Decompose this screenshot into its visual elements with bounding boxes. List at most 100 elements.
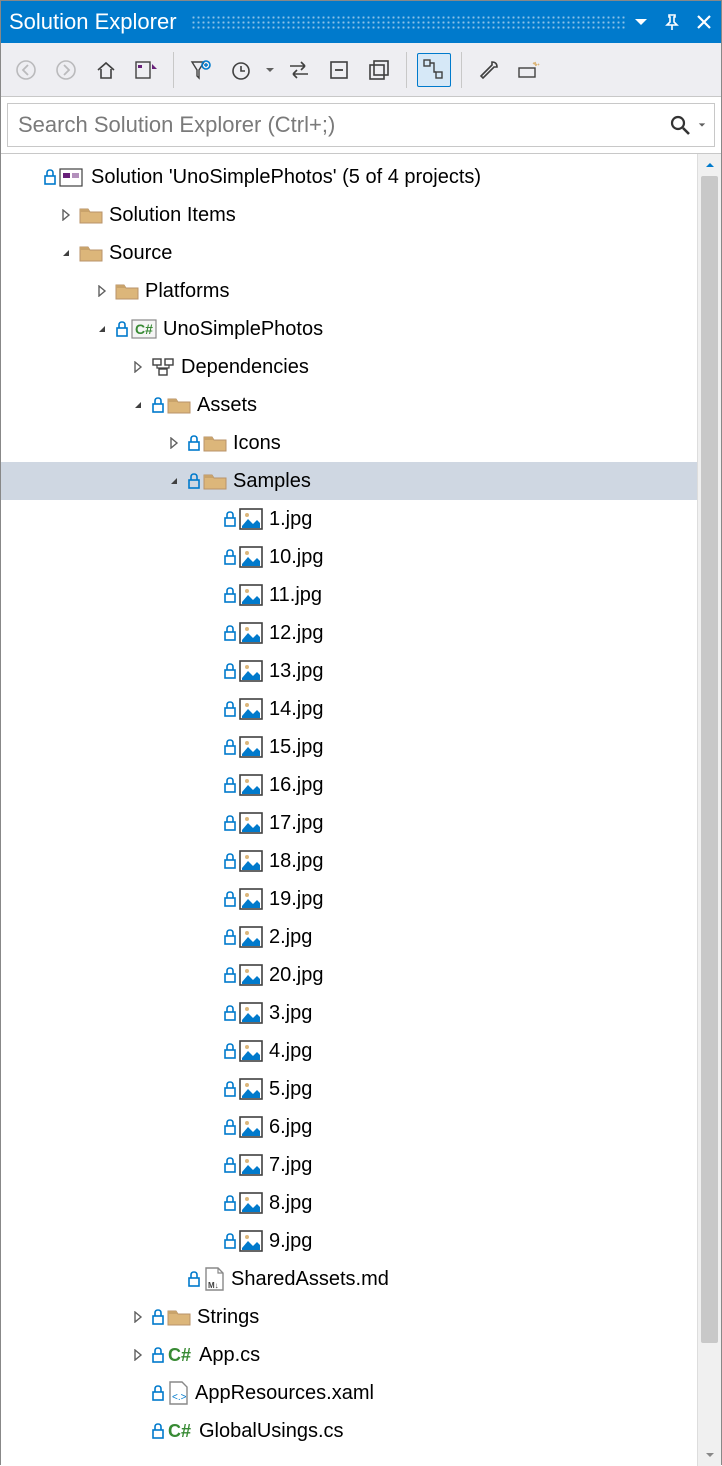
tree-item-label: 1.jpg: [263, 508, 312, 531]
expand-icon[interactable]: [93, 282, 111, 300]
tree-item[interactable]: 6.jpg: [1, 1108, 721, 1146]
tree-item[interactable]: 13.jpg: [1, 652, 721, 690]
scroll-down-icon[interactable]: [698, 1444, 721, 1466]
tree-item[interactable]: 9.jpg: [1, 1222, 721, 1260]
tree-item[interactable]: 15.jpg: [1, 728, 721, 766]
lock-icon: [223, 625, 237, 641]
expand-icon[interactable]: [129, 1346, 147, 1364]
search-input[interactable]: [8, 112, 662, 138]
tree-item-label: UnoSimplePhotos: [157, 318, 323, 341]
close-icon[interactable]: [695, 13, 713, 31]
sync-button[interactable]: [282, 53, 316, 87]
scroll-thumb[interactable]: [701, 176, 718, 1343]
tree-item-label: Strings: [191, 1306, 259, 1329]
collapse-icon[interactable]: [57, 244, 75, 262]
show-all-files-button[interactable]: [362, 53, 396, 87]
tree-item[interactable]: <.>AppResources.xaml: [1, 1374, 721, 1412]
tree-item[interactable]: 19.jpg: [1, 880, 721, 918]
tree-item[interactable]: 12.jpg: [1, 614, 721, 652]
lock-icon: [187, 473, 201, 489]
image-icon: [239, 964, 263, 986]
collapse-icon[interactable]: [165, 472, 183, 490]
tree-item[interactable]: Icons: [1, 424, 721, 462]
tree-item[interactable]: 20.jpg: [1, 956, 721, 994]
tree-item[interactable]: C#GlobalUsings.cs: [1, 1412, 721, 1450]
scroll-up-icon[interactable]: [698, 154, 721, 176]
image-icon: [239, 584, 263, 606]
tree-item[interactable]: 1.jpg: [1, 500, 721, 538]
toolbar-separator: [173, 52, 174, 88]
preview-button[interactable]: [512, 53, 546, 87]
grip-dots[interactable]: [191, 15, 627, 29]
collapse-all-button[interactable]: [322, 53, 356, 87]
tree-item[interactable]: Platforms: [1, 272, 721, 310]
tree-item[interactable]: Samples: [1, 462, 721, 500]
tree-item-label: Solution 'UnoSimplePhotos' (5 of 4 proje…: [85, 166, 481, 189]
toolbar: [1, 43, 721, 97]
tree-item[interactable]: 14.jpg: [1, 690, 721, 728]
csproj-icon: C#: [131, 318, 157, 340]
md-icon: M↓: [203, 1267, 225, 1291]
tree-item[interactable]: 18.jpg: [1, 842, 721, 880]
lock-icon: [151, 1385, 165, 1401]
tree-item[interactable]: 3.jpg: [1, 994, 721, 1032]
tree-item[interactable]: Solution 'UnoSimplePhotos' (5 of 4 proje…: [1, 158, 721, 196]
lock-icon: [223, 1195, 237, 1211]
search-icon[interactable]: [662, 113, 698, 137]
tree-item[interactable]: C#App.cs: [1, 1336, 721, 1374]
lock-icon: [151, 1423, 165, 1439]
track-active-button[interactable]: [417, 53, 451, 87]
tree-item[interactable]: Dependencies: [1, 348, 721, 386]
tree-item[interactable]: Assets: [1, 386, 721, 424]
collapse-icon[interactable]: [129, 396, 147, 414]
tree-item[interactable]: Solution Items: [1, 196, 721, 234]
tree-item-label: App.cs: [193, 1344, 260, 1367]
tree-item-label: AppResources.xaml: [189, 1382, 374, 1405]
lock-icon: [223, 853, 237, 869]
tree-item[interactable]: 17.jpg: [1, 804, 721, 842]
expand-icon[interactable]: [129, 358, 147, 376]
filter-button[interactable]: [184, 53, 218, 87]
forward-button[interactable]: [49, 53, 83, 87]
tree-item-label: Solution Items: [103, 204, 236, 227]
lock-icon: [223, 739, 237, 755]
solution-icon: [59, 166, 85, 188]
window-position-dropdown-icon[interactable]: [633, 14, 649, 30]
svg-text:C#: C#: [168, 1421, 191, 1441]
tree-item-label: 19.jpg: [263, 888, 324, 911]
tree-item[interactable]: 4.jpg: [1, 1032, 721, 1070]
image-icon: [239, 622, 263, 644]
pin-icon[interactable]: [663, 13, 681, 31]
back-button[interactable]: [9, 53, 43, 87]
cs-icon: C#: [167, 1345, 193, 1365]
search-dropdown[interactable]: [698, 120, 714, 130]
switch-views-button[interactable]: [129, 53, 163, 87]
tree-item[interactable]: 5.jpg: [1, 1070, 721, 1108]
expand-icon[interactable]: [57, 206, 75, 224]
solution-tree[interactable]: Solution 'UnoSimplePhotos' (5 of 4 proje…: [1, 154, 721, 1450]
vertical-scrollbar[interactable]: [697, 154, 721, 1466]
tree-item[interactable]: 7.jpg: [1, 1146, 721, 1184]
pending-changes-button[interactable]: [224, 53, 258, 87]
tree-item-label: Assets: [191, 394, 257, 417]
home-button[interactable]: [89, 53, 123, 87]
expand-icon[interactable]: [129, 1308, 147, 1326]
tree-item[interactable]: Strings: [1, 1298, 721, 1336]
tree-item-label: Samples: [227, 470, 311, 493]
collapse-icon[interactable]: [93, 320, 111, 338]
tree-item[interactable]: Source: [1, 234, 721, 272]
tree-item[interactable]: 2.jpg: [1, 918, 721, 956]
tree-item[interactable]: M↓SharedAssets.md: [1, 1260, 721, 1298]
tree-item[interactable]: C#UnoSimplePhotos: [1, 310, 721, 348]
tree-item[interactable]: 11.jpg: [1, 576, 721, 614]
tree-item[interactable]: 10.jpg: [1, 538, 721, 576]
tree-item[interactable]: 16.jpg: [1, 766, 721, 804]
tree-item[interactable]: 8.jpg: [1, 1184, 721, 1222]
tree-item-label: 20.jpg: [263, 964, 324, 987]
image-icon: [239, 1002, 263, 1024]
properties-button[interactable]: [472, 53, 506, 87]
lock-icon: [223, 1157, 237, 1173]
lock-icon: [223, 891, 237, 907]
expand-icon[interactable]: [165, 434, 183, 452]
pending-changes-dropdown[interactable]: [264, 65, 276, 75]
